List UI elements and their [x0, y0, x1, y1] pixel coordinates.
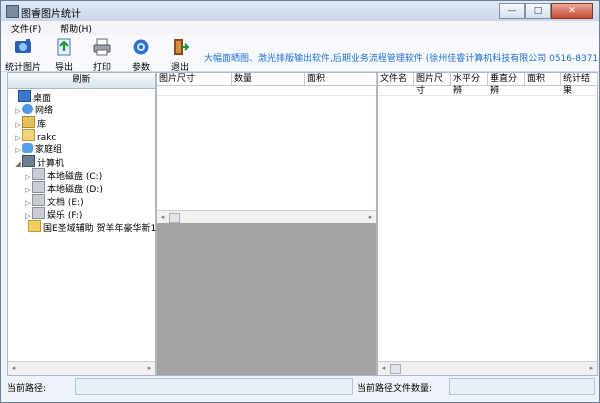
scroll-right-button[interactable]: ▸ — [587, 363, 596, 373]
print-button[interactable]: 打印 — [83, 37, 121, 73]
table-row — [378, 85, 597, 96]
user-folder-icon — [22, 129, 35, 141]
tree-node-computer[interactable]: ◢ 计算机 — [14, 155, 64, 169]
menu-file[interactable]: 文件(F) — [1, 21, 47, 35]
network-icon — [22, 104, 33, 114]
scroll-right-button[interactable]: ▸ — [366, 212, 375, 222]
export-button[interactable]: 导出 — [45, 37, 83, 73]
close-button[interactable]: ✕ — [551, 3, 593, 19]
tree-expander[interactable]: ◢ — [14, 160, 22, 168]
printer-icon — [93, 38, 111, 56]
menu-bar: 文件(F) 帮助(H) — [1, 21, 599, 35]
current-path-label: 当前路径: — [7, 384, 47, 394]
statistics-icon — [15, 39, 31, 53]
file-list-pane: 文件名 图片尺寸 水平分辨 垂直分辨 面积 统计结果 ◂ ▸ — [377, 72, 598, 376]
window-controls: — □ ✕ — [499, 3, 593, 19]
toolbar: 统计图片 导出 打印 参数 退出 大幅面晒图、激光排版输出软件,后期业务流程管理… — [1, 35, 600, 73]
scroll-left-button[interactable]: ◂ — [379, 363, 388, 373]
desktop-icon — [18, 90, 31, 102]
scroll-left-button[interactable]: ◂ — [158, 212, 167, 222]
tree-expander[interactable]: ▷ — [24, 199, 32, 207]
table-row — [157, 85, 376, 96]
tree-node-library[interactable]: ▷ 库 — [14, 116, 46, 130]
scroll-right-button[interactable]: ▸ — [145, 363, 154, 373]
app-icon — [6, 5, 19, 18]
app-window: 图睿图片统计 — □ ✕ 文件(F) 帮助(H) 统计图片 导出 打印 参数 退… — [0, 0, 600, 403]
tree-expander[interactable]: ▷ — [14, 121, 22, 129]
tree-node-folder[interactable]: 国E圣域辅助 贺羊年豪华新1.2 — [20, 220, 165, 234]
horizontal-scrollbar[interactable]: ◂ ▸ — [8, 361, 155, 375]
settings-button[interactable]: 参数 — [122, 37, 160, 73]
drive-icon — [32, 207, 45, 219]
computer-icon — [22, 155, 35, 167]
size-summary-pane: 图片尺寸 数量 面积 ◂ ▸ — [156, 72, 377, 376]
tree-node-drive-e[interactable]: ▷ 文档 (E:) — [24, 194, 84, 208]
folder-tree-pane: 刷新 桌面 ▷ 网络 ▷ 库 ▷ rakc ▷ 家庭组 ◢ 计算机 ▷ 本地磁盘 (C:) — [7, 72, 165, 376]
exit-button[interactable]: 退出 — [161, 37, 199, 73]
tree-node-drive-d[interactable]: ▷ 本地磁盘 (D:) — [24, 181, 103, 195]
current-path-field — [75, 378, 353, 395]
folder-icon — [28, 220, 41, 232]
tree-node-desktop[interactable]: 桌面 — [10, 90, 51, 104]
company-marquee: 大幅面晒图、激光排版输出软件,后期业务流程管理软件 (徐州佳睿计算机科技有限公司… — [204, 54, 600, 64]
window-title: 图睿图片统计 — [21, 9, 81, 20]
gear-icon — [133, 39, 149, 55]
scroll-thumb[interactable] — [169, 213, 180, 223]
tree-node-label: 国E圣域辅助 贺羊年豪华新1.2 — [43, 224, 165, 234]
tree-node-label: 家庭组 — [35, 145, 63, 155]
file-count-label: 当前路径文件数量: — [357, 384, 433, 394]
maximize-button[interactable]: □ — [525, 3, 551, 19]
file-count-field — [449, 378, 595, 395]
drive-icon — [32, 181, 45, 193]
tree-node-drive-f[interactable]: ▷ 娱乐 (F:) — [24, 207, 82, 221]
tree-expander[interactable]: ▷ — [14, 146, 22, 154]
drive-icon — [32, 194, 45, 206]
export-icon — [57, 38, 71, 56]
horizontal-scrollbar[interactable]: ◂ ▸ — [378, 361, 597, 375]
title-bar[interactable]: 图睿图片统计 — □ ✕ — [1, 1, 599, 21]
image-preview-area — [157, 223, 376, 375]
status-bar: 当前路径: 当前路径文件数量: — [1, 376, 599, 396]
tree-node-drive-c[interactable]: ▷ 本地磁盘 (C:) — [24, 168, 102, 182]
scroll-thumb[interactable] — [390, 364, 401, 374]
drive-icon — [32, 168, 45, 180]
homegroup-icon — [22, 143, 33, 153]
tree-expander[interactable]: ▷ — [24, 212, 32, 220]
tree-node-label: 网络 — [35, 106, 54, 116]
tree-node-network[interactable]: ▷ 网络 — [14, 103, 54, 116]
refresh-button[interactable]: 刷新 — [8, 73, 155, 89]
library-icon — [22, 116, 35, 128]
tree-expander[interactable]: ▷ — [14, 107, 22, 115]
tree-expander[interactable]: ▷ — [24, 173, 32, 181]
tree-node-user[interactable]: ▷ rakc — [14, 129, 56, 143]
tree-expander[interactable]: ▷ — [24, 186, 32, 194]
size-summary-table: 图片尺寸 数量 面积 ◂ ▸ — [157, 73, 377, 224]
exit-door-icon — [174, 39, 190, 55]
tree-expander[interactable]: ▷ — [14, 134, 22, 142]
tree-node-homegroup[interactable]: ▷ 家庭组 — [14, 142, 63, 155]
minimize-button[interactable]: — — [499, 3, 525, 19]
menu-help[interactable]: 帮助(H) — [50, 21, 98, 35]
horizontal-scrollbar[interactable]: ◂ ▸ — [157, 210, 376, 224]
scroll-left-button[interactable]: ◂ — [9, 363, 18, 373]
statistics-button[interactable]: 统计图片 — [4, 37, 42, 73]
